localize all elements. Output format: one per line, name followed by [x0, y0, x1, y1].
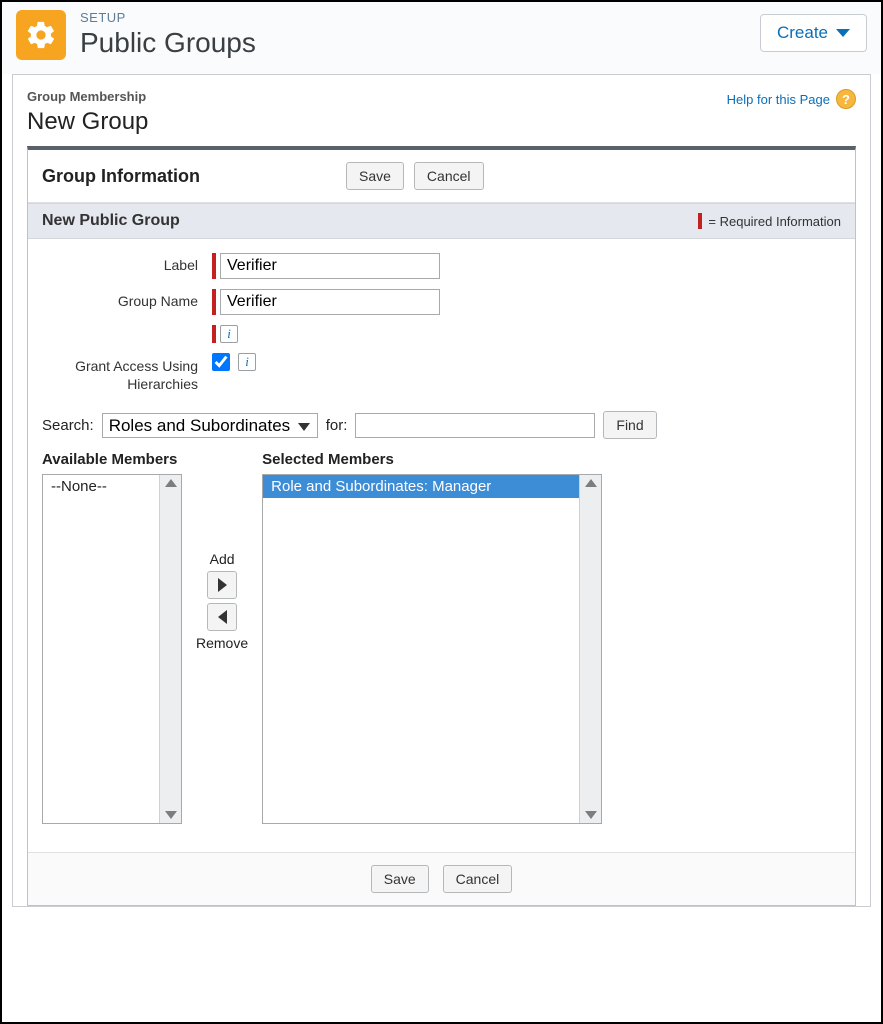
required-bar-icon	[212, 289, 216, 315]
save-button[interactable]: Save	[346, 162, 404, 190]
for-label: for:	[326, 417, 348, 434]
help-for-this-page-link[interactable]: Help for this Page ?	[727, 89, 856, 109]
setup-gear-icon	[16, 10, 66, 60]
required-marker-icon	[698, 213, 702, 229]
scrollbar[interactable]	[579, 475, 601, 823]
scrollbar[interactable]	[159, 475, 181, 823]
scroll-down-icon	[165, 811, 177, 819]
selected-members-listbox[interactable]: Role and Subordinates: Manager	[262, 474, 602, 824]
find-button[interactable]: Find	[603, 411, 656, 439]
new-public-group-heading: New Public Group	[42, 212, 698, 230]
group-name-field-label: Group Name	[42, 289, 212, 309]
list-item[interactable]: --None--	[43, 475, 159, 498]
section-title: New Group	[27, 108, 148, 136]
remove-label: Remove	[196, 635, 248, 651]
add-button[interactable]	[207, 571, 237, 599]
scroll-up-icon	[585, 479, 597, 487]
required-bar-icon	[212, 253, 216, 279]
remove-button[interactable]	[207, 603, 237, 631]
info-icon[interactable]: i	[220, 325, 238, 343]
caret-down-icon	[836, 29, 850, 37]
group-information-heading: Group Information	[42, 166, 342, 187]
arrow-right-icon	[218, 578, 227, 592]
create-button-label: Create	[777, 23, 828, 43]
label-input[interactable]	[220, 253, 440, 279]
selected-members-title: Selected Members	[262, 451, 602, 468]
group-name-input[interactable]	[220, 289, 440, 315]
setup-label: SETUP	[80, 10, 760, 25]
help-link-label: Help for this Page	[727, 92, 830, 107]
grant-access-checkbox[interactable]	[212, 353, 230, 371]
cancel-button[interactable]: Cancel	[414, 162, 484, 190]
create-button[interactable]: Create	[760, 14, 867, 52]
scroll-down-icon	[585, 811, 597, 819]
search-for-input[interactable]	[355, 413, 595, 438]
scroll-up-icon	[165, 479, 177, 487]
add-label: Add	[210, 551, 235, 567]
available-members-listbox[interactable]: --None--	[42, 474, 182, 824]
help-icon: ?	[836, 89, 856, 109]
label-field-label: Label	[42, 253, 212, 273]
breadcrumb: Group Membership	[27, 89, 148, 104]
search-type-select[interactable]: Roles and Subordinates	[102, 413, 318, 438]
info-icon[interactable]: i	[238, 353, 256, 371]
required-bar-icon	[212, 325, 216, 343]
arrow-left-icon	[218, 610, 227, 624]
search-label: Search:	[42, 417, 94, 434]
cancel-button[interactable]: Cancel	[443, 865, 513, 893]
required-info-text: = Required Information	[708, 214, 841, 229]
list-item[interactable]: Role and Subordinates: Manager	[263, 475, 579, 498]
grant-access-label: Grant Access Using Hierarchies	[42, 353, 212, 393]
available-members-title: Available Members	[42, 451, 182, 468]
save-button[interactable]: Save	[371, 865, 429, 893]
page-title: Public Groups	[80, 27, 760, 59]
